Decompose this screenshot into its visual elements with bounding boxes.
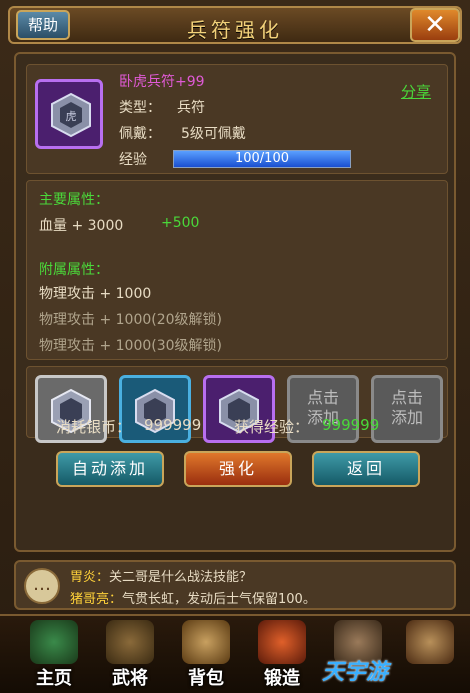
item-info: 虎 卧虎兵符+99 分享 类型： 兵符 佩戴： 5级可佩戴 经验 100/100 bbox=[26, 64, 448, 174]
nav-forge[interactable]: 锻造 bbox=[250, 620, 314, 692]
watermark-logo: 天宇游 bbox=[322, 660, 389, 685]
auto-add-button[interactable]: 自动添加 bbox=[56, 451, 164, 487]
chat-box[interactable]: … 胃炎：关二哥是什么战法技能？ 猪哥亮：气贯长虹，发动后士气保留100。 bbox=[14, 560, 456, 610]
gain-label: 获得经验： bbox=[234, 418, 310, 436]
bottom-nav: 主页 武将 背包 锻造 bbox=[0, 614, 470, 693]
wear-label: 佩戴： bbox=[119, 126, 161, 142]
sub-attr-line: 物理攻击 + 1000(30级解锁) bbox=[39, 338, 222, 354]
strengthen-button[interactable]: 强化 bbox=[184, 451, 292, 487]
hp-bonus: +500 bbox=[161, 215, 200, 231]
exp-progress-bar: 100/100 bbox=[173, 150, 351, 168]
forge-icon bbox=[258, 620, 306, 664]
wear-value: 5级可佩戴 bbox=[181, 126, 246, 142]
nav-generals[interactable]: 武将 bbox=[98, 620, 162, 692]
sub-attrs-heading: 附属属性： bbox=[39, 262, 109, 278]
cost-label: 消耗银币： bbox=[56, 418, 132, 436]
nav-scroll[interactable] bbox=[398, 620, 462, 692]
cost-value: 999999 bbox=[144, 416, 202, 434]
item-icon-slot[interactable]: 虎 bbox=[35, 79, 103, 149]
close-icon: ✕ bbox=[424, 10, 446, 40]
pagoda-icon bbox=[30, 620, 78, 664]
sub-attr-line: 物理攻击 + 1000(20级解锁) bbox=[39, 312, 222, 328]
type-value: 兵符 bbox=[177, 100, 205, 116]
hp-attr: 血量 + 3000 bbox=[39, 218, 124, 234]
svg-text:虎: 虎 bbox=[66, 110, 77, 123]
close-button[interactable]: ✕ bbox=[410, 8, 460, 42]
bag-icon bbox=[182, 620, 230, 664]
type-label: 类型： bbox=[119, 100, 161, 116]
title-bar: 兵符强化 bbox=[8, 6, 462, 44]
empty-slot-add[interactable]: 点击 添加 bbox=[371, 375, 443, 443]
nav-bag[interactable]: 背包 bbox=[174, 620, 238, 692]
attributes-section: 主要属性： 血量 + 3000 +500 附属属性： 物理攻击 + 1000 物… bbox=[26, 180, 448, 360]
exp-label: 经验 bbox=[119, 152, 147, 168]
chat-bubble-icon[interactable]: … bbox=[24, 568, 60, 604]
tiger-token-icon: 虎 bbox=[51, 92, 91, 138]
add-hint: 点击 添加 bbox=[390, 388, 423, 427]
chat-line: 胃炎：关二哥是什么战法技能？ bbox=[70, 570, 253, 585]
help-button[interactable]: 帮助 bbox=[16, 10, 70, 40]
chat-line: 猪哥亮：气贯长虹，发动后士气保留100。 bbox=[70, 592, 316, 607]
main-attrs-heading: 主要属性： bbox=[39, 192, 109, 208]
gain-value: 999999 bbox=[322, 416, 380, 434]
page-title: 兵符强化 bbox=[187, 18, 283, 42]
share-link[interactable]: 分享 bbox=[401, 81, 431, 102]
game-window: 兵符强化 帮助 ✕ 虎 卧虎兵符+99 分享 类型： 兵符 佩戴： 5级可佩戴 … bbox=[0, 0, 470, 693]
sub-attr-line: 物理攻击 + 1000 bbox=[39, 286, 152, 302]
exp-value: 100/100 bbox=[234, 151, 289, 166]
item-name: 卧虎兵符+99 bbox=[119, 74, 205, 90]
scroll-icon bbox=[406, 620, 454, 664]
back-button[interactable]: 返回 bbox=[312, 451, 420, 487]
nav-home[interactable]: 主页 bbox=[22, 620, 86, 692]
general-icon bbox=[106, 620, 154, 664]
